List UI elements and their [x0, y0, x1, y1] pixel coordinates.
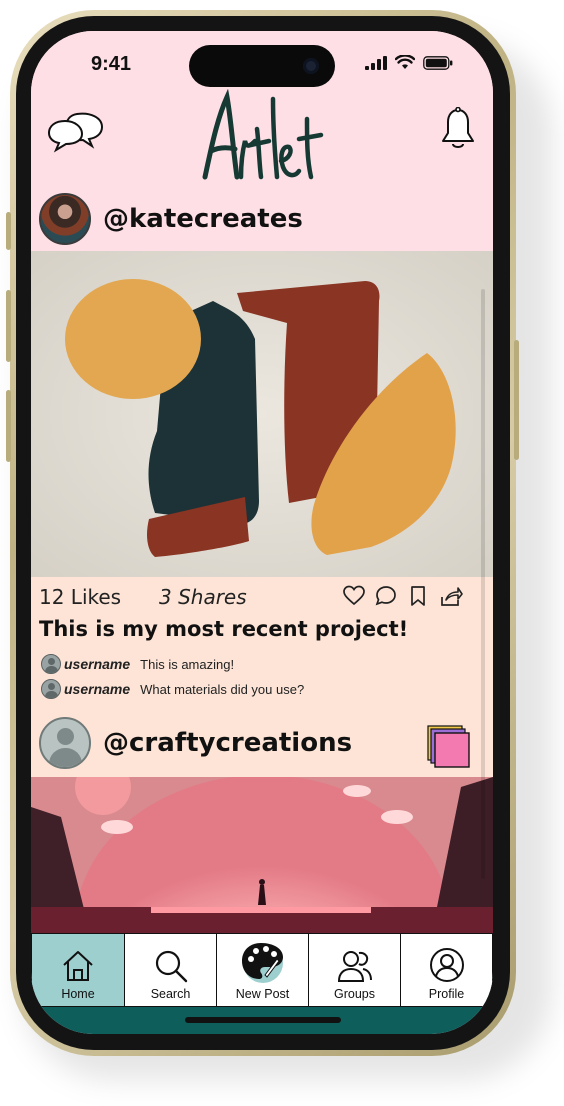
home-indicator[interactable] — [185, 1017, 341, 1023]
post2-image[interactable] — [31, 777, 493, 937]
wifi-icon — [395, 55, 415, 69]
post1-author[interactable]: @katecreates — [39, 193, 303, 245]
heart-icon[interactable] — [343, 585, 365, 607]
comment-text: What materials did you use? — [140, 681, 305, 697]
palette-icon — [241, 943, 283, 983]
app-screen: 9:41 @katecreates 12 Likes 3 Shares This… — [31, 31, 493, 1034]
tab-new-post[interactable]: New Post — [216, 933, 309, 1007]
search-icon — [155, 950, 187, 983]
home-icon — [63, 951, 93, 981]
shares-count: 3 Shares — [159, 585, 247, 609]
commenter-avatar[interactable] — [41, 679, 61, 699]
comment-text: This is amazing! — [140, 656, 235, 672]
tab-label: Groups — [334, 987, 375, 1001]
sunset-artwork — [31, 777, 493, 937]
tab-home[interactable]: Home — [31, 933, 125, 1007]
bookmark-icon[interactable] — [407, 585, 429, 607]
comment: username This is amazing! — [41, 654, 234, 674]
comment: username What materials did you use? — [41, 679, 304, 699]
chat-icon[interactable] — [47, 109, 105, 153]
tab-label: Search — [150, 987, 191, 1001]
avatar[interactable] — [39, 717, 91, 769]
share-icon[interactable] — [439, 585, 463, 607]
avatar[interactable] — [39, 193, 91, 245]
side-button — [6, 212, 11, 250]
comment-icon[interactable] — [375, 585, 397, 607]
post-actions — [343, 585, 463, 607]
volume-down-button — [6, 390, 11, 462]
battery-icon — [423, 55, 453, 70]
dynamic-island — [189, 45, 335, 87]
tab-label: Home — [61, 987, 95, 1001]
post1-handle[interactable]: @katecreates — [103, 204, 303, 234]
post1-caption: This is my most recent project! — [39, 617, 409, 641]
multi-image-icon — [427, 725, 470, 768]
commenter-avatar[interactable] — [41, 654, 61, 674]
commenter-username[interactable]: username — [64, 681, 130, 697]
post2-author[interactable]: @craftycreations — [39, 717, 352, 769]
commenter-username[interactable]: username — [64, 656, 130, 672]
power-button — [514, 340, 519, 460]
camera-icon — [303, 58, 319, 74]
bell-icon[interactable] — [441, 107, 475, 151]
status-icons — [365, 55, 453, 70]
artlet-logo — [202, 89, 324, 180]
signal-icon — [365, 55, 387, 70]
tab-groups[interactable]: Groups — [308, 933, 401, 1007]
post1-image[interactable] — [31, 251, 493, 577]
scrollbar[interactable] — [481, 289, 485, 879]
tab-search[interactable]: Search — [124, 933, 217, 1007]
likes-count: 12 Likes — [39, 585, 122, 609]
groups-icon — [337, 951, 372, 982]
tab-profile[interactable]: Profile — [400, 933, 493, 1007]
tab-label: Profile — [428, 987, 465, 1001]
tab-label: New Post — [235, 987, 290, 1001]
post2-handle[interactable]: @craftycreations — [103, 728, 352, 758]
abstract-artwork — [31, 251, 493, 577]
volume-up-button — [6, 290, 11, 362]
status-time: 9:41 — [91, 53, 132, 75]
profile-icon — [429, 948, 464, 982]
